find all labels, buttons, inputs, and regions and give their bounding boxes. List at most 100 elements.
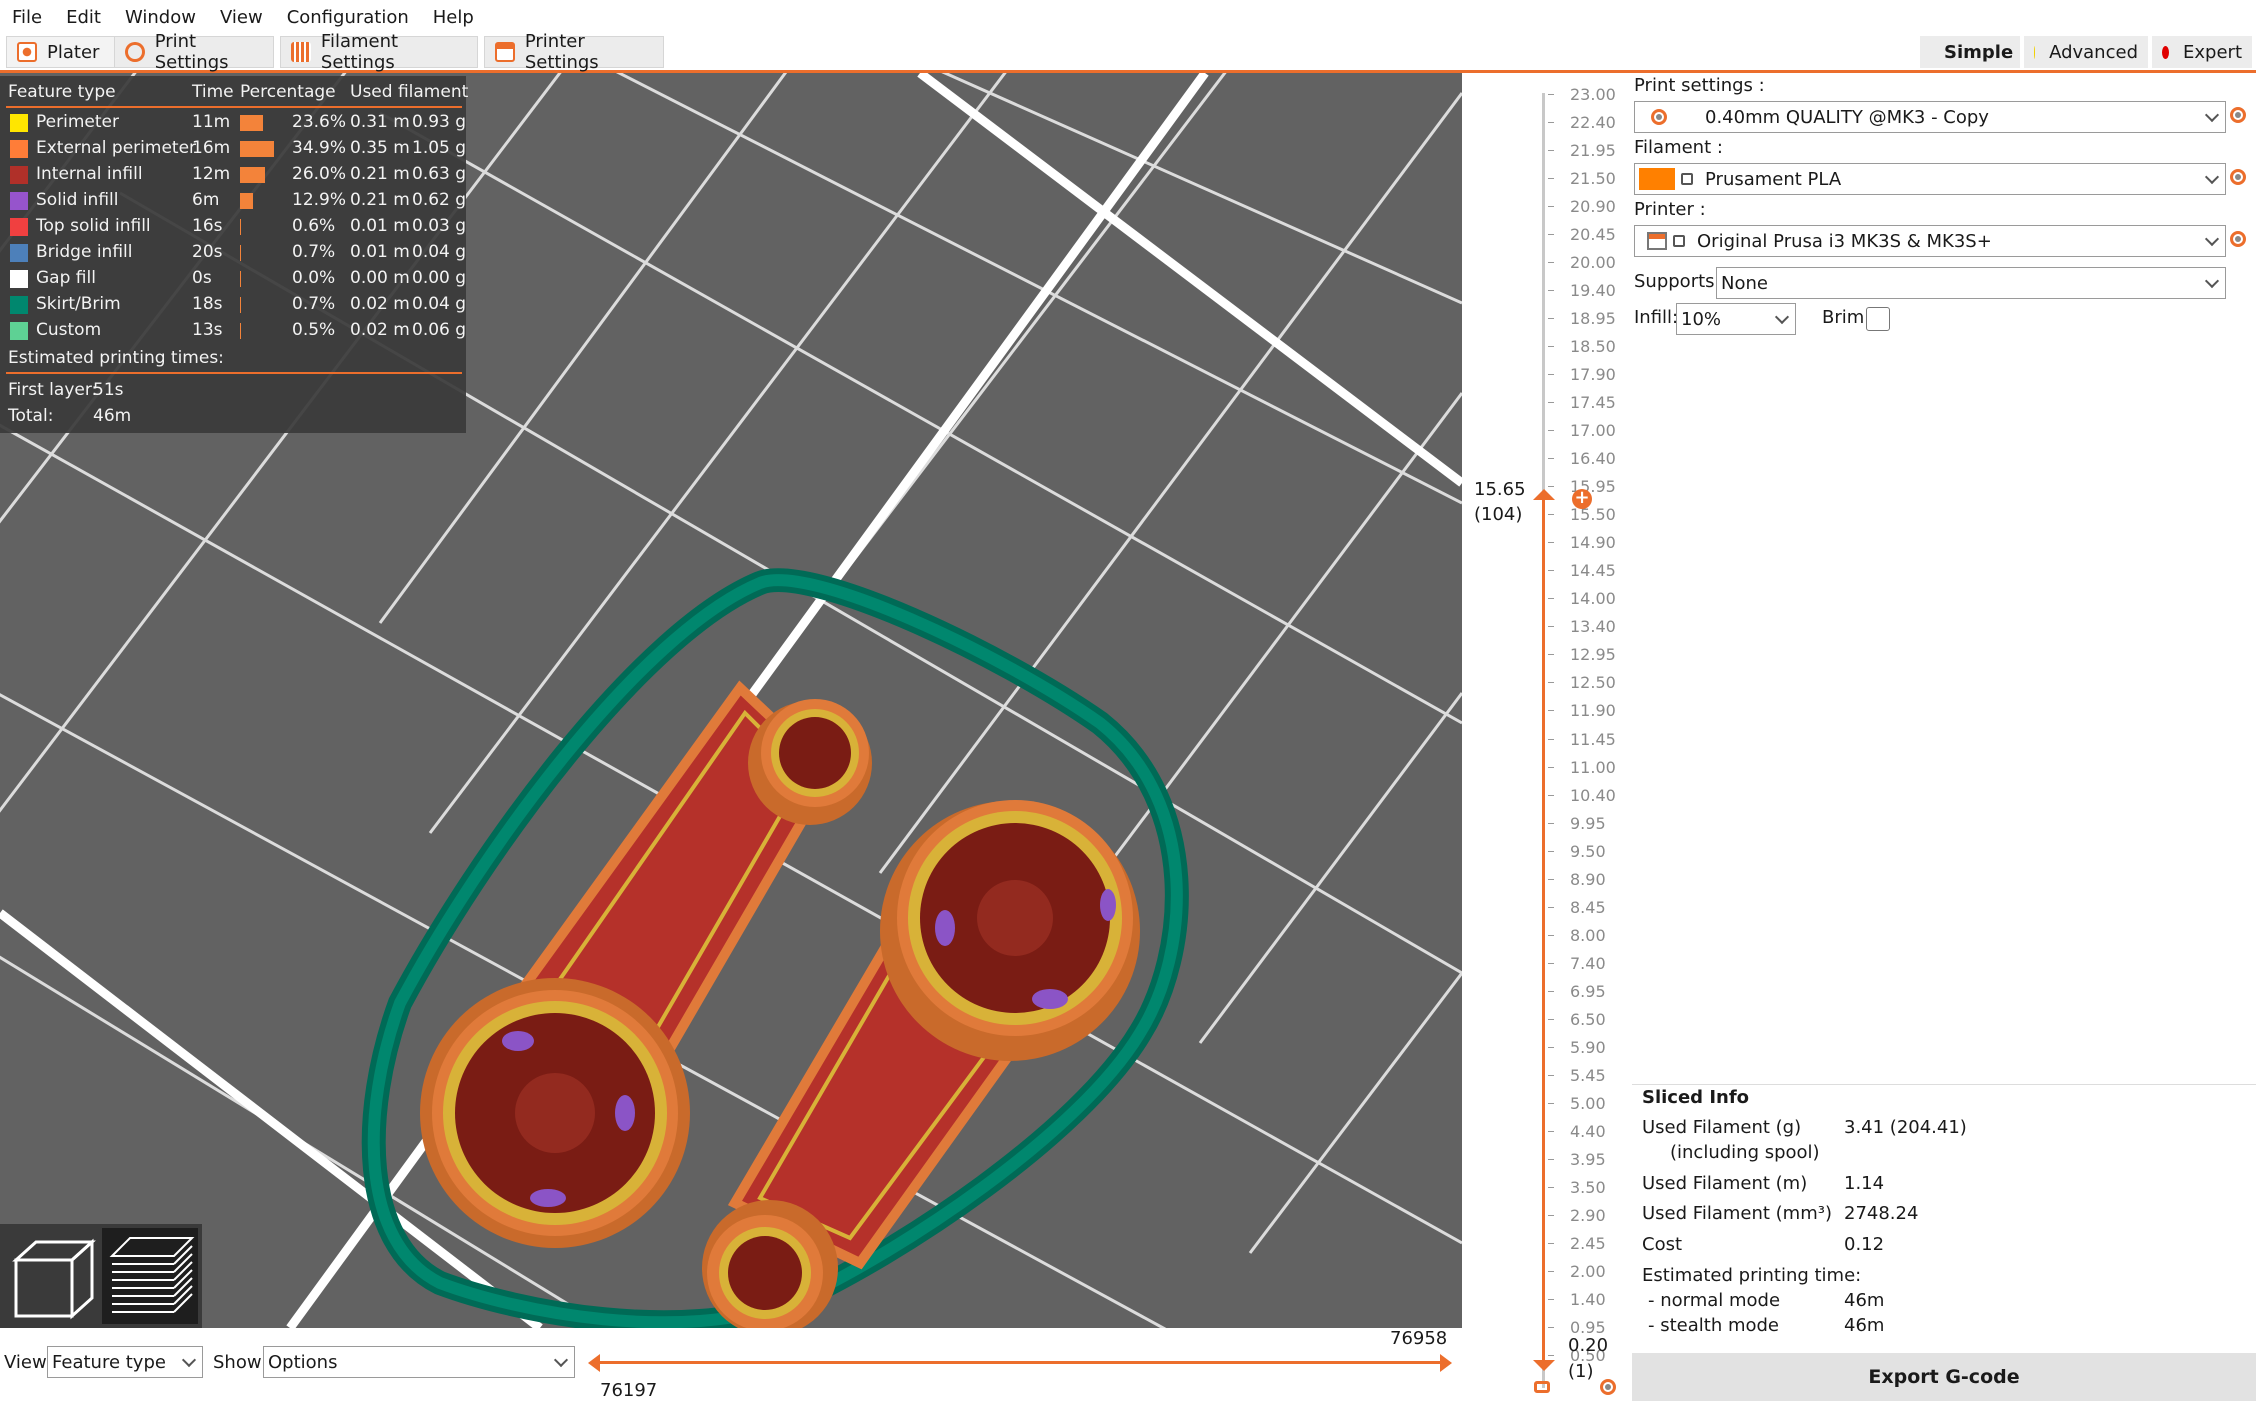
legend-used-g: 0.62 g [412,190,467,210]
legend-total: Total: 46m [0,404,466,430]
menu-view[interactable]: View [208,7,275,28]
v-slider-tick-mark [1548,1102,1554,1104]
v-slider-tick-mark [1548,1242,1554,1244]
tab-print-settings[interactable]: Print Settings [114,31,274,73]
tab-label: Printer Settings [524,31,599,73]
export-gcode-button[interactable]: Export G-code [1632,1353,2256,1401]
v-slider-tick-label: 20.90 [1570,197,1616,217]
menu-window[interactable]: Window [113,7,208,28]
infill-select[interactable]: 10% [1676,303,1796,335]
mode-expert[interactable]: Expert [2152,36,2252,68]
printer-select[interactable]: Original Prusa i3 MK3S & MK3S+ [1634,225,2226,257]
legend-used-g: 0.03 g [412,216,467,236]
legend-time: 18s [192,294,223,314]
legend-used-m: 0.31 m [350,112,410,132]
h-slider-left-thumb[interactable] [588,1354,600,1372]
legend-used-m: 0.21 m [350,164,410,184]
v-slider-tick-label: 14.00 [1570,589,1616,609]
legend-percentage-bar [240,193,253,209]
edit-print-settings-gear-icon[interactable] [2230,107,2246,123]
v-slider-tick-label: 5.00 [1570,1093,1606,1113]
menu-file[interactable]: File [0,7,54,28]
legend-percentage: 23.6% [292,112,347,132]
legend-used-m: 0.01 m [350,242,410,262]
view-type-select[interactable]: Feature type [47,1346,203,1378]
mode-simple[interactable]: Simple [1920,36,2020,68]
infill-label: Infill: [1634,307,1679,328]
v-slider-tick-label: 12.95 [1570,645,1616,665]
legend-separator [6,106,462,108]
chevron-down-icon [2204,169,2220,185]
v-slider-tick-label: 20.45 [1570,225,1616,245]
v-slider-tick-label: 23.00 [1570,85,1616,104]
legend-percentage: 0.0% [292,268,336,288]
v-slider-tick-label: 22.40 [1570,113,1616,133]
gear-icon [1651,109,1667,125]
legend-used-g: 0.04 g [412,294,467,314]
sliced-info-label: - stealth mode [1648,1315,1779,1336]
mode-advanced[interactable]: Advanced [2024,36,2148,68]
v-slider-bottom-thumb[interactable] [1533,1360,1555,1371]
v-slider-tick-label: 2.90 [1570,1205,1606,1225]
legend-color-swatch [10,296,28,314]
brim-checkbox[interactable] [1866,307,1890,331]
legend-percentage-bar [240,219,241,235]
v-slider-tick-mark [1548,1270,1554,1272]
v-slider-tick-mark [1548,1186,1554,1188]
menu-help[interactable]: Help [421,7,486,28]
edit-printer-gear-icon[interactable] [2230,231,2246,247]
legend-color-swatch [10,244,28,262]
3d-view-button[interactable] [6,1230,96,1322]
legend-time: 11m [192,112,231,132]
v-slider-track-active[interactable] [1542,497,1545,1367]
legend-used-g: 0.06 g [412,320,467,340]
legend-header-time: Time [192,82,234,102]
v-slider-tick-label: 5.45 [1570,1065,1606,1085]
tab-printer-settings[interactable]: Printer Settings [484,31,664,73]
legend-used-m: 0.35 m [350,138,410,158]
legend-feature-name: Gap fill [36,268,96,288]
infill-value: 10% [1681,308,1722,330]
chevron-down-icon [181,1352,197,1368]
v-slider-top-thumb[interactable] [1533,489,1555,500]
legend-feature-name: Custom [36,320,102,340]
legend-time: 12m [192,164,231,184]
sliced-info-label: (including spool) [1670,1142,1820,1163]
cube-icon [12,1238,96,1320]
print-settings-label: Print settings : [1634,75,1765,96]
v-slider-tick-label: 2.45 [1570,1233,1606,1253]
v-slider-tick-label: 8.00 [1570,925,1606,945]
add-color-change-icon[interactable]: + [1572,489,1592,509]
legend-row: Top solid infill 16s 0.6% 0.01 m 0.03 g [0,214,466,240]
filament-select[interactable]: Prusament PLA [1634,163,2226,195]
view-type-value: Feature type [52,1351,166,1373]
v-slider-tick-mark [1548,1214,1554,1216]
v-slider-tick-mark [1548,514,1554,516]
tab-filament-settings[interactable]: Filament Settings [280,31,478,73]
sliced-info-value: 3.41 (204.41) [1844,1117,1967,1138]
legend-percentage: 0.7% [292,294,336,314]
print-settings-select[interactable]: 0.40mm QUALITY @MK3 - Copy [1634,101,2226,133]
slider-settings-gear-icon[interactable] [1600,1379,1616,1395]
legend-time: 0s [192,268,212,288]
supports-select[interactable]: None [1716,267,2226,299]
legend-percentage: 0.7% [292,242,336,262]
h-slider-min-value: 76197 [600,1380,658,1401]
v-slider-tick-label: 11.45 [1570,729,1616,749]
legend-row: External perimeter 16m 34.9% 0.35 m 1.05 g [0,136,466,162]
sliced-info-label: Used Filament (m) [1642,1173,1808,1194]
h-slider-right-thumb[interactable] [1440,1354,1452,1372]
menu-configuration[interactable]: Configuration [275,7,421,28]
v-slider-tick-label: 11.90 [1570,701,1616,721]
show-options-select[interactable]: Options [263,1346,575,1378]
v-slider-tick-mark [1548,682,1554,684]
layers-icon [109,1237,195,1313]
preview-layers-button[interactable] [102,1228,198,1324]
legend-feature-name: Top solid infill [36,216,151,236]
horizontal-slider-track[interactable] [592,1361,1448,1364]
menu-edit[interactable]: Edit [54,7,113,28]
edit-filament-gear-icon[interactable] [2230,169,2246,185]
unlock-icon[interactable] [1534,1381,1550,1393]
legend-feature-name: External perimeter [36,138,197,158]
large-boss-right [880,800,1140,1061]
